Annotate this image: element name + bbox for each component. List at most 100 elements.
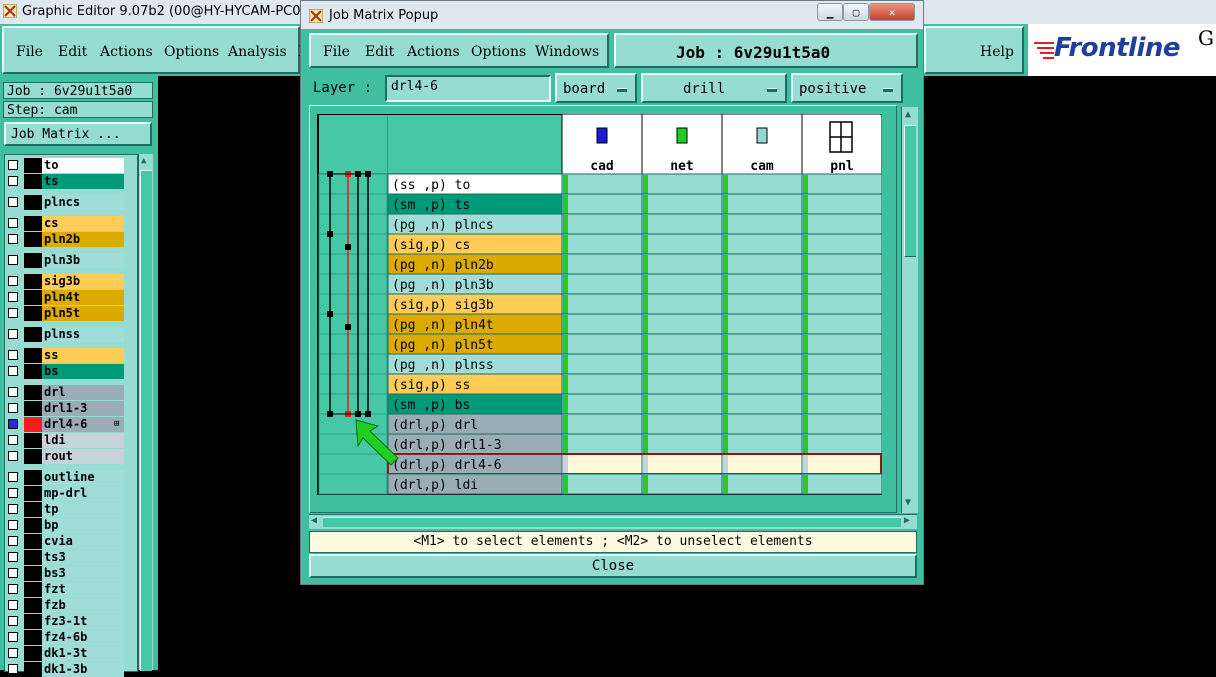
matrix-cell[interactable] [561, 293, 643, 315]
layer-row-label[interactable]: (drl,p) drl [392, 418, 478, 433]
matrix-cell[interactable] [721, 233, 803, 255]
span-cell[interactable] [318, 193, 388, 215]
layer-checkbox[interactable] [8, 350, 18, 360]
layer-checkbox[interactable] [8, 308, 18, 318]
matrix-cell[interactable] [801, 313, 882, 335]
matrix-cell[interactable] [801, 293, 882, 315]
matrix-cell[interactable] [561, 313, 643, 335]
matrix-cell[interactable] [801, 393, 882, 415]
layer-affected-indicator[interactable] [24, 470, 42, 485]
matrix-cell[interactable] [721, 353, 803, 375]
matrix-cell[interactable] [641, 253, 723, 275]
layer-affected-indicator[interactable] [24, 582, 42, 597]
layer-checkbox[interactable] [8, 160, 18, 170]
layer-affected-indicator[interactable] [24, 364, 42, 379]
layer-checkbox[interactable] [8, 472, 18, 482]
popup-menu-actions[interactable]: Actions [407, 44, 460, 60]
layer-checkbox[interactable] [8, 387, 18, 397]
matrix-cell[interactable] [641, 413, 723, 435]
layer-name[interactable]: fzb [42, 598, 124, 613]
layer-checkbox[interactable] [8, 664, 18, 674]
app-menu-options[interactable]: Options [164, 44, 219, 60]
matrix-cell[interactable] [641, 453, 723, 475]
layer-row-label[interactable]: (drl,p) ldi [392, 478, 478, 493]
layer-list-item[interactable]: drl [4, 385, 124, 400]
scroll-up-icon[interactable]: ▲ [905, 109, 911, 120]
matrix-cell[interactable] [801, 433, 882, 455]
layer-checkbox[interactable] [8, 488, 18, 498]
layer-row-label[interactable]: (sm ,p) bs [392, 398, 470, 413]
span-cell[interactable] [318, 373, 388, 395]
layer-checkbox[interactable] [8, 234, 18, 244]
matrix-cell[interactable] [561, 193, 643, 215]
matrix-cell[interactable] [561, 333, 643, 355]
matrix-cell[interactable] [561, 273, 643, 295]
layer-affected-indicator[interactable] [24, 417, 42, 432]
layer-name[interactable]: bp [42, 518, 124, 533]
layer-list-item[interactable]: bp [4, 518, 124, 533]
scroll-up-icon[interactable]: ▲ [141, 156, 146, 166]
layer-name[interactable]: mp-drl [42, 486, 124, 501]
layer-name[interactable]: fz4-6b [42, 630, 124, 645]
layer-name[interactable]: pln3b [42, 253, 124, 268]
layer-name[interactable]: rout [42, 449, 124, 464]
span-cell[interactable] [318, 273, 388, 295]
matrix-cell[interactable] [641, 293, 723, 315]
matrix-cell[interactable] [561, 253, 643, 275]
matrix-horizontal-scrollbar[interactable]: ◀ ▶ [309, 514, 917, 529]
matrix-cell[interactable] [641, 173, 723, 195]
layer-affected-indicator[interactable] [24, 630, 42, 645]
layer-row-label[interactable]: (pg ,n) plnss [392, 358, 494, 373]
close-icon[interactable]: ✕ [869, 3, 915, 21]
layer-checkbox[interactable] [8, 435, 18, 445]
layer-affected-indicator[interactable] [24, 518, 42, 533]
layer-checkbox[interactable] [8, 255, 18, 265]
layer-list-item[interactable]: fzt [4, 582, 124, 597]
expand-icon[interactable]: ⊞ [114, 417, 119, 432]
layer-name[interactable]: pln2b [42, 232, 124, 247]
layer-name[interactable]: drl [42, 385, 124, 400]
job-matrix-button[interactable]: Job Matrix ... [4, 122, 152, 146]
layer-checkbox[interactable] [8, 648, 18, 658]
matrix-cell[interactable] [561, 433, 643, 455]
matrix-cell[interactable] [801, 213, 882, 235]
scroll-left-icon[interactable]: ◀ [311, 515, 317, 526]
layer-affected-indicator[interactable] [24, 232, 42, 247]
layer-affected-indicator[interactable] [24, 327, 42, 342]
layer-list-item[interactable]: outline [4, 470, 124, 485]
scroll-thumb[interactable] [140, 170, 152, 671]
matrix-cell[interactable] [801, 473, 882, 495]
layer-name[interactable]: ldi [42, 433, 124, 448]
layer-name[interactable]: plnss [42, 327, 124, 342]
matrix-cell[interactable] [721, 313, 803, 335]
span-cell[interactable] [318, 453, 388, 475]
scroll-down-icon[interactable]: ▼ [905, 497, 911, 508]
layer-list-item[interactable]: fz4-6b [4, 630, 124, 645]
layer-name[interactable]: fz3-1t [42, 614, 124, 629]
layer-affected-indicator[interactable] [24, 433, 42, 448]
layer-checkbox[interactable] [8, 218, 18, 228]
matrix-cell[interactable] [721, 293, 803, 315]
matrix-cell[interactable] [561, 233, 643, 255]
job-matrix-grid[interactable]: cad net cam pnl (ss ,p) to (sm ,p) ts (pg ,n) … [316, 114, 882, 496]
matrix-cell[interactable] [721, 173, 803, 195]
layer-list-item[interactable]: fz3-1t [4, 614, 124, 629]
layer-list-item[interactable]: ss [4, 348, 124, 363]
layer-checkbox[interactable] [8, 403, 18, 413]
matrix-cell[interactable] [721, 213, 803, 235]
scroll-right-icon[interactable]: ▶ [904, 515, 910, 526]
layer-name[interactable]: ts3 [42, 550, 124, 565]
layer-list-item[interactable]: sig3b [4, 274, 124, 289]
layer-list-item[interactable]: pln4t [4, 290, 124, 305]
matrix-cell[interactable] [721, 333, 803, 355]
layer-name[interactable]: bs [42, 364, 124, 379]
layer-checkbox[interactable] [8, 600, 18, 610]
layer-row-label[interactable]: (pg ,n) pln5t [392, 338, 494, 353]
popup-menu-options[interactable]: Options [471, 44, 526, 60]
layer-list-item[interactable]: pln3b [4, 253, 124, 268]
layer-list-item[interactable]: ldi [4, 433, 124, 448]
close-button[interactable]: Close [309, 554, 917, 578]
layer-checkbox[interactable] [8, 520, 18, 530]
matrix-cell[interactable] [721, 413, 803, 435]
layer-row-label[interactable]: (drl,p) drl4-6 [392, 458, 502, 473]
